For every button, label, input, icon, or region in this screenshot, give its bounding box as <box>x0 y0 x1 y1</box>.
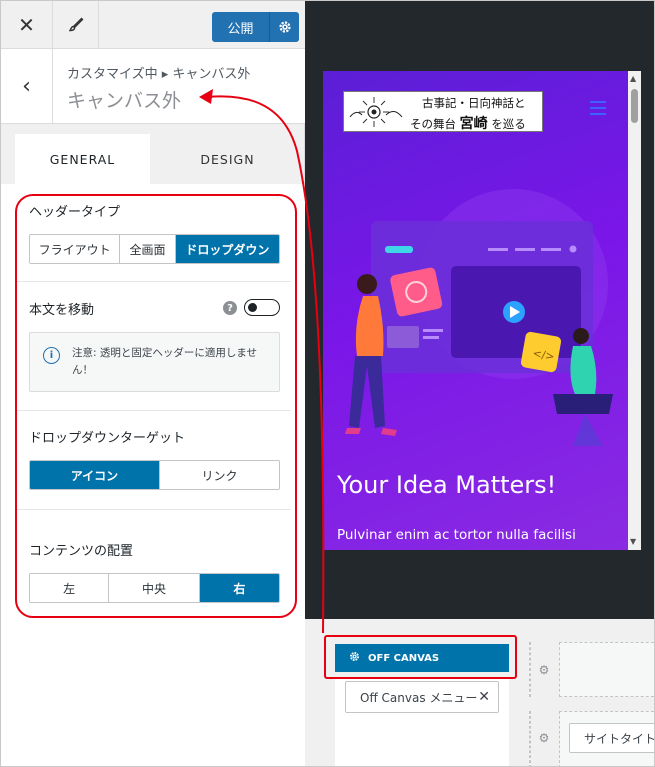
brush-icon[interactable] <box>53 1 99 49</box>
logo-text-city: 宮崎 <box>459 116 488 132</box>
align-left[interactable]: 左 <box>30 574 110 602</box>
row-dropzone[interactable] <box>559 642 654 697</box>
remove-icon[interactable]: ✕ <box>478 689 490 705</box>
site-title-chip[interactable]: サイトタイト <box>569 723 654 753</box>
offcanvas-section-button[interactable]: OFF CANVAS <box>335 644 509 672</box>
content-alignment-segmented: 左 中央 右 <box>29 573 280 603</box>
info-icon: i <box>43 347 60 364</box>
section-header: ‹ カスタマイズ中 ▸ キャンバス外 キャンバス外 <box>1 49 305 124</box>
dropdown-target-link[interactable]: リンク <box>159 461 279 489</box>
publish-button-group: 公開 <box>212 12 299 42</box>
tab-design[interactable]: DESIGN <box>160 134 295 184</box>
dropdown-target-segmented: アイコン リンク <box>29 460 280 490</box>
dropdown-target-icon[interactable]: アイコン <box>30 461 160 489</box>
scroll-down-arrow-icon[interactable]: ▼ <box>630 537 636 546</box>
preview-scrollbar[interactable]: ▲ ▼ <box>628 71 641 550</box>
scroll-up-arrow-icon[interactable]: ▲ <box>630 74 636 83</box>
divider <box>15 281 291 282</box>
section-title: キャンバス外 <box>67 90 182 112</box>
customizer-topbar: ✕ 公開 <box>1 1 305 49</box>
logo-emblem-icon <box>349 97 403 127</box>
logo-text-line1: 古事記・日向神話と <box>422 96 526 110</box>
settings-panel: ヘッダータイプ フライアウト 全画面 ドロップダウン 本文を移動 ? i 注意:… <box>1 184 305 766</box>
header-type-fullscreen[interactable]: 全画面 <box>120 235 176 263</box>
offcanvas-label: OFF CANVAS <box>368 652 440 664</box>
logo-text-tour: を巡る <box>491 117 526 131</box>
logo-text-place: その舞台 <box>410 117 456 131</box>
row-dropzone-edge <box>529 642 531 697</box>
gear-icon <box>349 651 360 665</box>
customizer-window: ✕ 公開 ‹ カスタマイズ中 ▸ キャンバス外 キャンバス外 GENERAL D… <box>0 0 655 767</box>
toggle-knob <box>248 302 257 312</box>
publish-button[interactable]: 公開 <box>212 12 270 42</box>
help-icon[interactable]: ? <box>223 301 237 315</box>
offcanvas-menu-label: Off Canvas メニュー <box>360 690 478 705</box>
row-gear-icon[interactable]: ⚙ <box>531 725 557 751</box>
row-gear-icon[interactable]: ⚙ <box>531 657 557 683</box>
divider <box>15 410 291 411</box>
back-chevron-icon[interactable]: ‹ <box>1 49 53 124</box>
row-dropzone-edge <box>529 711 531 766</box>
move-body-toggle[interactable] <box>244 299 280 316</box>
header-type-dropdown[interactable]: ドロップダウン <box>175 235 279 263</box>
hero-illustration: </> <box>345 189 613 446</box>
move-body-label: 本文を移動 <box>29 303 95 318</box>
tab-general[interactable]: GENERAL <box>15 134 150 184</box>
align-right[interactable]: 右 <box>199 574 279 602</box>
logo-text-line2: その舞台 宮崎 を巡る <box>410 113 526 133</box>
publish-settings-gear-icon[interactable] <box>270 12 299 42</box>
dropdown-target-label: ドロップダウンターゲット <box>29 431 186 446</box>
content-alignment-label: コンテンツの配置 <box>29 544 134 559</box>
notice-text: 注意: 透明と固定ヘッダーに適用しません！ <box>72 347 258 376</box>
close-icon[interactable]: ✕ <box>1 1 53 49</box>
divider <box>15 509 291 510</box>
hamburger-menu-icon[interactable] <box>590 101 606 119</box>
site-preview[interactable]: 古事記・日向神話と その舞台 宮崎 を巡る </> Your Idea Matt… <box>323 71 628 550</box>
site-logo[interactable]: 古事記・日向神話と その舞台 宮崎 を巡る <box>343 91 543 132</box>
notice-box: i 注意: 透明と固定ヘッダーに適用しません！ <box>29 332 280 392</box>
header-type-segmented: フライアウト 全画面 ドロップダウン <box>29 234 280 264</box>
offcanvas-menu-chip[interactable]: Off Canvas メニュー ✕ <box>345 681 499 713</box>
header-type-flyout[interactable]: フライアウト <box>30 235 121 263</box>
hero-title: Your Idea Matters! <box>337 471 557 499</box>
header-type-label: ヘッダータイプ <box>29 205 121 220</box>
scrollbar-thumb[interactable] <box>631 89 638 123</box>
settings-tabs: GENERAL DESIGN <box>15 134 305 184</box>
hero-subtitle: Pulvinar enim ac tortor nulla facilisi <box>337 527 576 543</box>
align-center[interactable]: 中央 <box>109 574 200 602</box>
customizer-sidebar: ✕ 公開 ‹ カスタマイズ中 ▸ キャンバス外 キャンバス外 GENERAL D… <box>1 1 305 766</box>
breadcrumb: カスタマイズ中 ▸ キャンバス外 <box>67 67 251 82</box>
